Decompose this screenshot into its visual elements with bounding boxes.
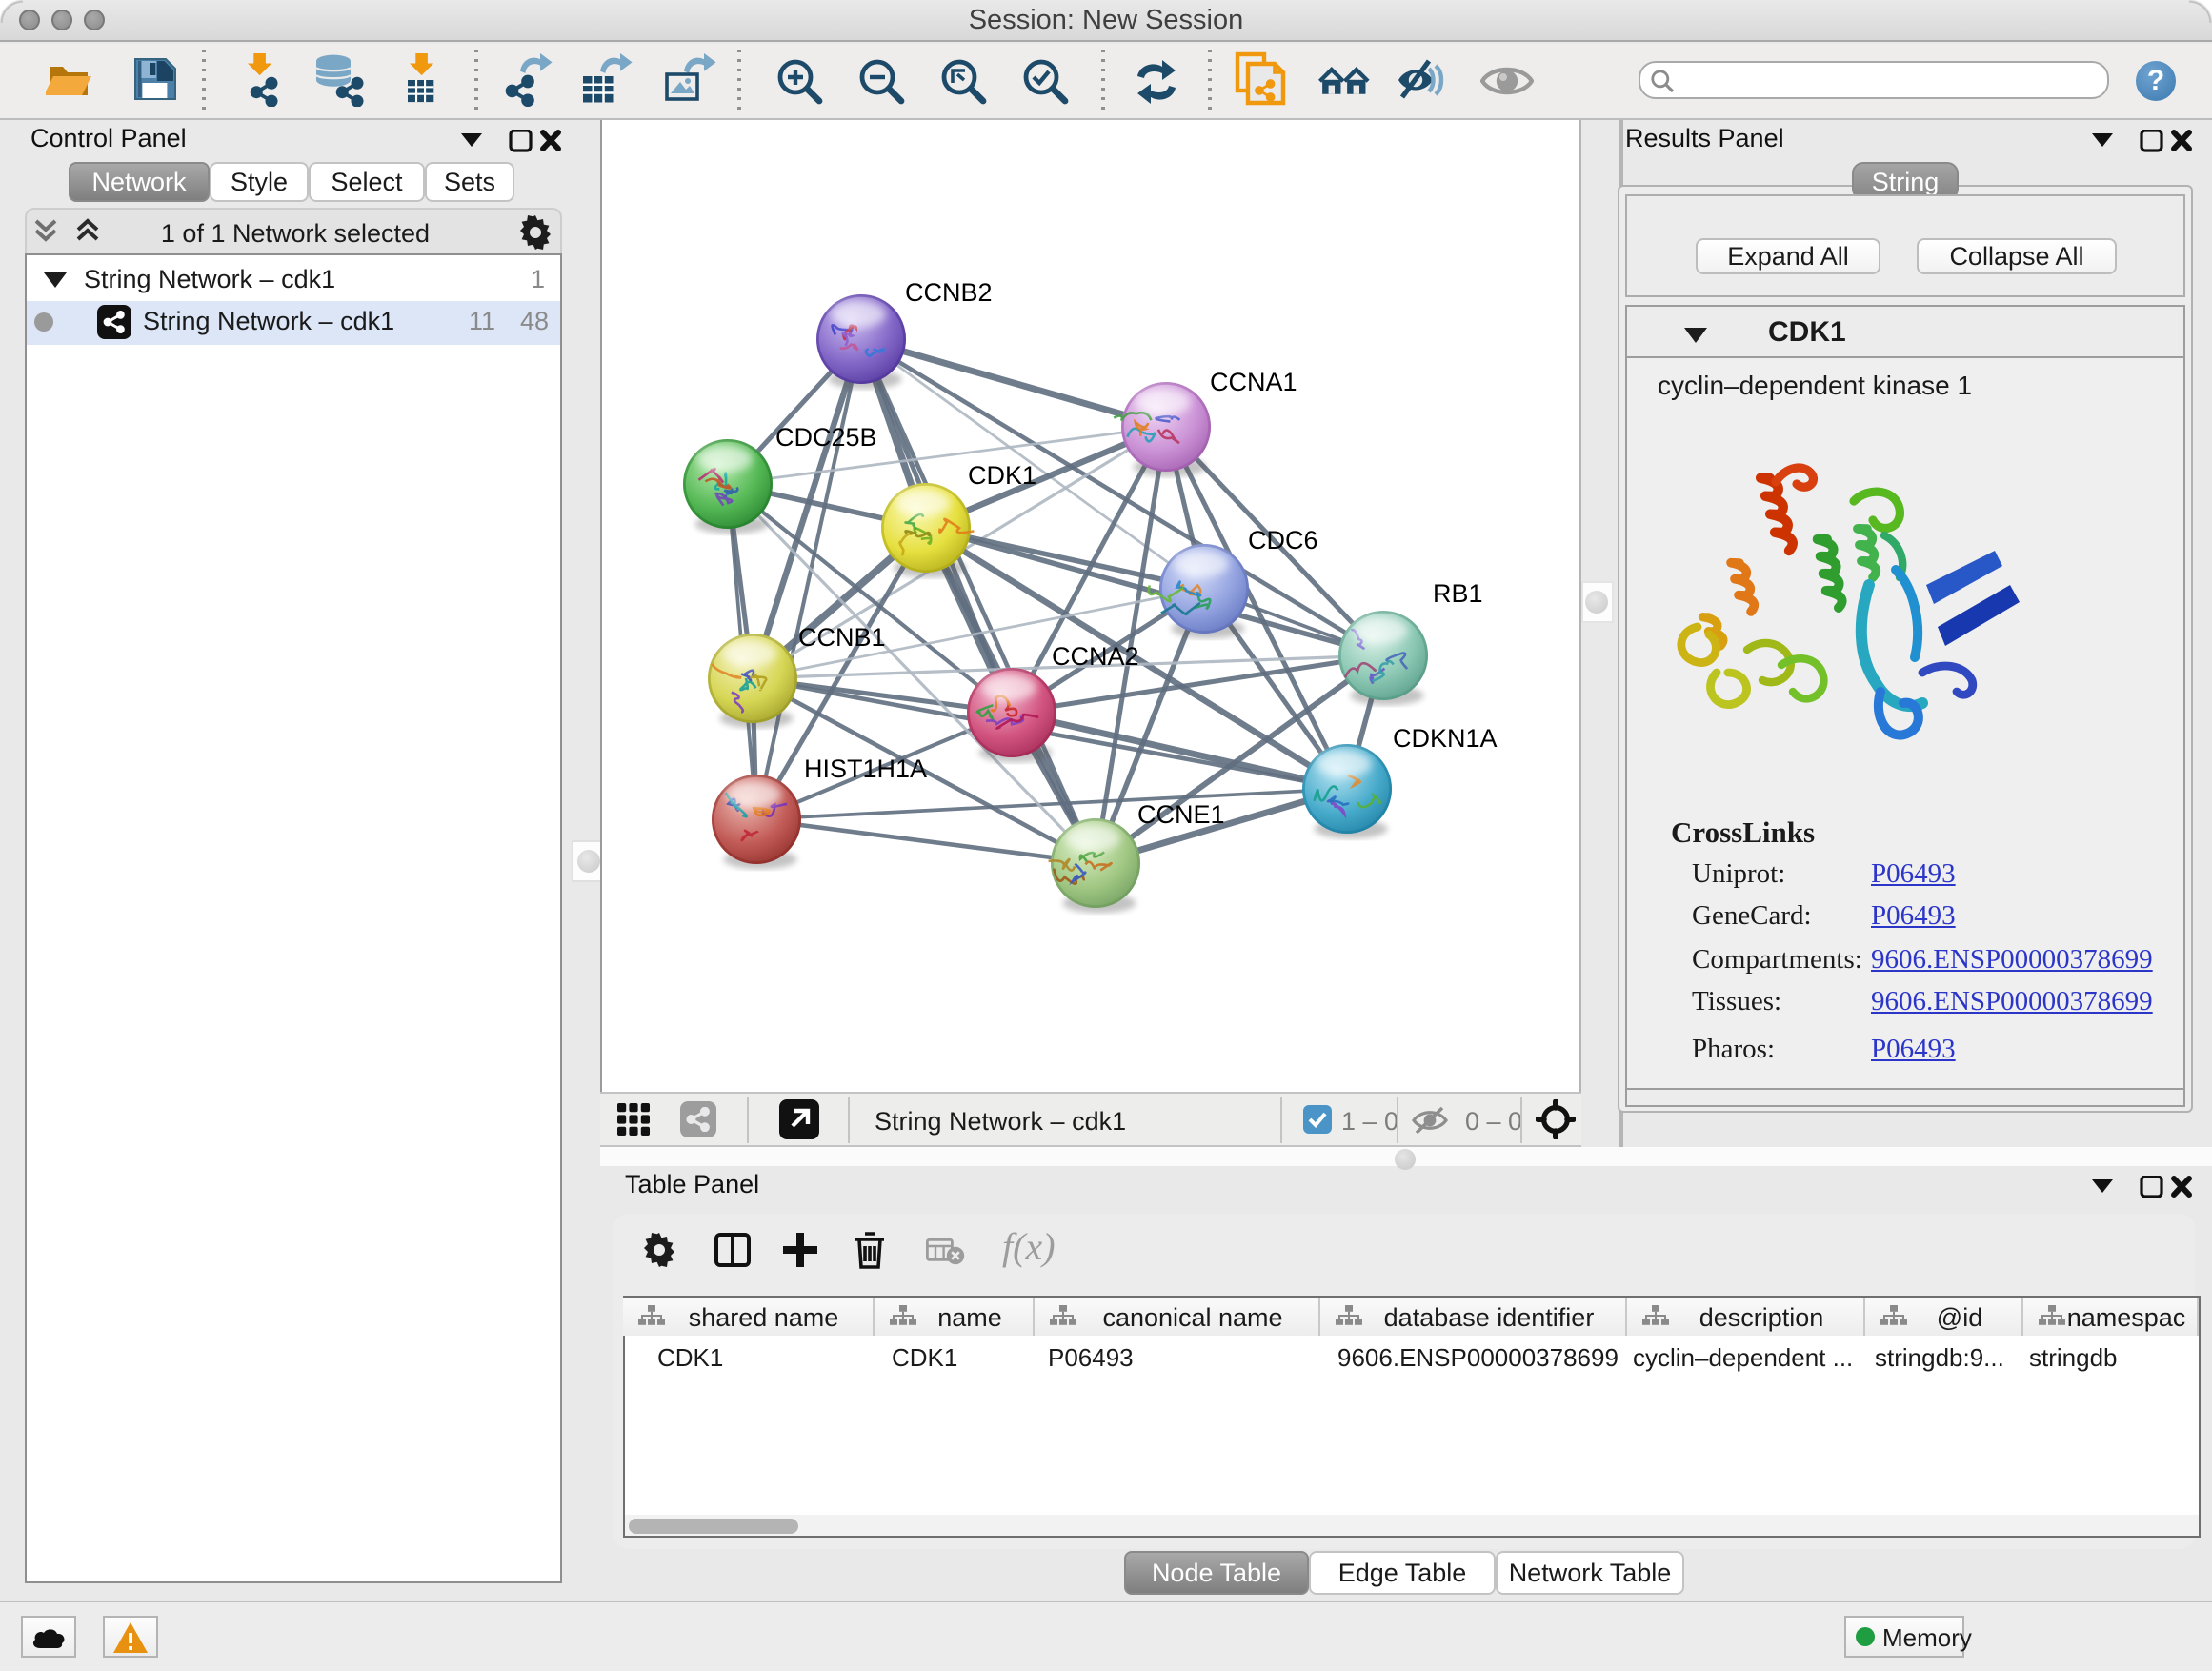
svg-text:CDC6: CDC6 (1248, 526, 1318, 554)
svg-text:CCNA1: CCNA1 (1210, 368, 1297, 396)
svg-text:CDC25B: CDC25B (775, 423, 877, 452)
svg-text:RB1: RB1 (1433, 579, 1483, 608)
svg-text:CCNA2: CCNA2 (1052, 642, 1139, 671)
svg-text:CCNB1: CCNB1 (798, 623, 886, 652)
svg-text:CDKN1A: CDKN1A (1393, 724, 1498, 753)
svg-text:CDK1: CDK1 (968, 461, 1036, 490)
svg-text:CCNE1: CCNE1 (1137, 800, 1225, 829)
svg-text:HIST1H1A: HIST1H1A (804, 755, 927, 783)
svg-text:CCNB2: CCNB2 (905, 278, 993, 307)
